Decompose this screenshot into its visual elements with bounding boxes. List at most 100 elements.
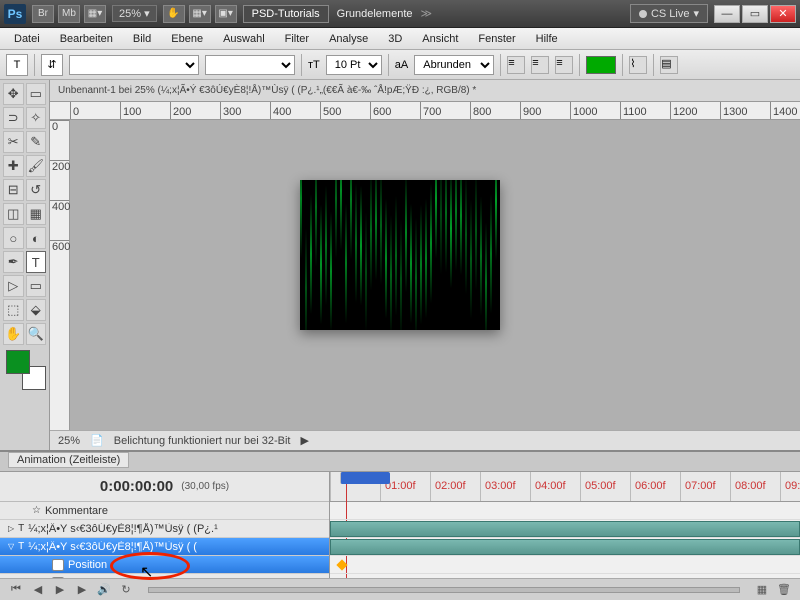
current-tool-icon[interactable]: T xyxy=(6,54,28,76)
document-tab[interactable]: Unbenannt-1 bei 25% (¼;x¦Ã•Ý €3ôÚ€yÈ8¦!Å… xyxy=(50,80,800,102)
more-icon[interactable]: ≫ xyxy=(421,7,433,20)
blur-tool[interactable]: ○ xyxy=(3,227,24,249)
align-left-button[interactable]: ≡ xyxy=(507,56,525,74)
font-family-select[interactable] xyxy=(69,55,199,75)
menu-ansicht[interactable]: Ansicht xyxy=(412,30,468,48)
3d-camera-tool[interactable]: ⬙ xyxy=(26,299,47,321)
3d-tool[interactable]: ⬚ xyxy=(3,299,24,321)
time-ruler[interactable]: 01:00f02:00f03:00f04:00f05:00f06:00f07:0… xyxy=(330,472,800,502)
screen-mode-button[interactable]: ▣▾ xyxy=(215,5,237,23)
audio-button[interactable]: 🔊 xyxy=(96,583,112,597)
stopwatch-icon[interactable] xyxy=(52,559,64,571)
play-button[interactable]: ▶ xyxy=(52,583,68,597)
bridge-button[interactable]: Br xyxy=(32,5,54,23)
vertical-ruler: 0200400600 xyxy=(50,120,70,430)
hand-tool[interactable]: ✋ xyxy=(3,323,24,345)
close-button[interactable]: ✕ xyxy=(770,5,796,23)
menu-auswahl[interactable]: Auswahl xyxy=(213,30,275,48)
align-center-button[interactable]: ≡ xyxy=(531,56,549,74)
menu-bearbeiten[interactable]: Bearbeiten xyxy=(50,30,123,48)
wand-tool[interactable]: ✧ xyxy=(26,107,47,129)
timeline-area[interactable]: 01:00f02:00f03:00f04:00f05:00f06:00f07:0… xyxy=(330,472,800,578)
fg-color[interactable] xyxy=(6,350,30,374)
dodge-tool[interactable]: ◐ xyxy=(26,227,47,249)
eyedropper-tool[interactable]: ✎ xyxy=(26,131,47,153)
brush-tool[interactable]: 🖌 xyxy=(26,155,47,177)
menu-filter[interactable]: Filter xyxy=(275,30,319,48)
next-frame-button[interactable]: ▶ xyxy=(74,583,90,597)
heal-tool[interactable]: ✚ xyxy=(3,155,24,177)
move-tool[interactable]: ✥ xyxy=(3,83,24,105)
gradient-tool[interactable]: ▦ xyxy=(26,203,47,225)
cursor-icon: ↖ xyxy=(140,562,153,582)
color-swatches[interactable] xyxy=(6,350,46,390)
menu-hilfe[interactable]: Hilfe xyxy=(526,30,568,48)
loop-button[interactable]: ↻ xyxy=(118,583,134,597)
character-panel-button[interactable]: ▤ xyxy=(660,56,678,74)
canvas[interactable] xyxy=(70,120,800,430)
timecode[interactable]: 0:00:00:00 xyxy=(100,478,173,495)
text-color-swatch[interactable] xyxy=(586,56,616,74)
zoom-slider[interactable] xyxy=(148,587,740,593)
antialias-select[interactable]: Abrunden xyxy=(414,55,494,75)
psd-tutorials-button[interactable]: PSD-Tutorials xyxy=(243,5,329,23)
cslive-button[interactable]: CS Live ▾ xyxy=(630,4,708,23)
menu-datei[interactable]: Datei xyxy=(4,30,50,48)
track-bar-2[interactable] xyxy=(330,539,800,555)
row-layer1[interactable]: ▷ T ¼;x¦Ä•Y s‹€3ôÚ€yÈ8¦!¶Å)™Ùsÿ ( (P¿.¹ xyxy=(0,520,329,538)
playhead[interactable] xyxy=(340,472,390,484)
type-tool[interactable]: T xyxy=(26,251,47,273)
delete-button[interactable]: 🗑 xyxy=(776,583,792,597)
animation-panel-tab[interactable]: Animation (Zeitleiste) xyxy=(0,452,800,472)
timeline-mode-button[interactable]: ▦ xyxy=(754,583,770,597)
status-zoom[interactable]: 25% xyxy=(58,435,80,447)
mb-button[interactable]: Mb xyxy=(58,5,80,23)
row-comments[interactable]: ☆ Kommentare xyxy=(0,502,329,520)
menu-ebene[interactable]: Ebene xyxy=(161,30,213,48)
zoom-select[interactable]: 25% ▾ xyxy=(112,5,157,22)
fps-label: (30,00 fps) xyxy=(181,481,229,492)
font-style-select[interactable] xyxy=(205,55,295,75)
keyframe[interactable] xyxy=(336,559,347,570)
animation-panel: Animation (Zeitleiste) 0:00:00:00 (30,00… xyxy=(0,450,800,600)
menu-3d[interactable]: 3D xyxy=(378,30,412,48)
artwork xyxy=(300,180,500,330)
titlebar: Ps Br Mb ▦▾ 25% ▾ ✋ ▦▾ ▣▾ PSD-Tutorials … xyxy=(0,0,800,28)
history-brush-tool[interactable]: ↺ xyxy=(26,179,47,201)
font-size-select[interactable]: 10 Pt xyxy=(326,55,382,75)
orientation-icon[interactable]: ⇵ xyxy=(41,54,63,76)
animation-controls: ⏮ ◀ ▶ ▶ 🔊 ↻ ▦ 🗑 xyxy=(0,578,800,600)
minimize-button[interactable]: — xyxy=(714,5,740,23)
eraser-tool[interactable]: ◫ xyxy=(3,203,24,225)
toolbox: ✥▭ ⊃✧ ✂✎ ✚🖌 ⊟↺ ◫▦ ○◐ ✒T ▷▭ ⬚⬙ ✋🔍 xyxy=(0,80,50,450)
pen-tool[interactable]: ✒ xyxy=(3,251,24,273)
track-bar-1[interactable] xyxy=(330,521,800,537)
row-position[interactable]: Position xyxy=(0,556,329,574)
menu-fenster[interactable]: Fenster xyxy=(468,30,525,48)
maximize-button[interactable]: ▭ xyxy=(742,5,768,23)
menubar: Datei Bearbeiten Bild Ebene Auswahl Filt… xyxy=(0,28,800,50)
rewind-button[interactable]: ⏮ xyxy=(8,583,24,597)
row-layer2[interactable]: ▽ T ¼;x¦Ä•Y s‹€3ôÚ€yÈ8¦!¶Å)™Ùsÿ ( ( xyxy=(0,538,329,556)
workspace-label[interactable]: Grundelemente xyxy=(337,8,413,20)
status-bar: 25% 📄 Belichtung funktioniert nur bei 32… xyxy=(50,430,800,450)
zoom-tool[interactable]: 🔍 xyxy=(26,323,47,345)
stamp-tool[interactable]: ⊟ xyxy=(3,179,24,201)
menu-bild[interactable]: Bild xyxy=(123,30,161,48)
options-bar: T ⇵ ᴛT 10 Pt aA Abrunden ≡ ≡ ≡ ⌇ ▤ xyxy=(0,50,800,80)
shape-tool[interactable]: ▭ xyxy=(26,275,47,297)
view-extras-button[interactable]: ▦▾ xyxy=(84,5,106,23)
font-size-icon: ᴛT xyxy=(308,59,320,71)
horizontal-ruler: 0100200300400500600700800900100011001200… xyxy=(50,102,800,120)
marquee-tool[interactable]: ▭ xyxy=(26,83,47,105)
menu-analyse[interactable]: Analyse xyxy=(319,30,378,48)
prev-frame-button[interactable]: ◀ xyxy=(30,583,46,597)
warp-text-button[interactable]: ⌇ xyxy=(629,56,647,74)
path-select-tool[interactable]: ▷ xyxy=(3,275,24,297)
align-right-button[interactable]: ≡ xyxy=(555,56,573,74)
hand-button[interactable]: ✋ xyxy=(163,5,185,23)
lasso-tool[interactable]: ⊃ xyxy=(3,107,24,129)
antialias-label: aA xyxy=(395,59,408,71)
arrange-button[interactable]: ▦▾ xyxy=(189,5,211,23)
crop-tool[interactable]: ✂ xyxy=(3,131,24,153)
